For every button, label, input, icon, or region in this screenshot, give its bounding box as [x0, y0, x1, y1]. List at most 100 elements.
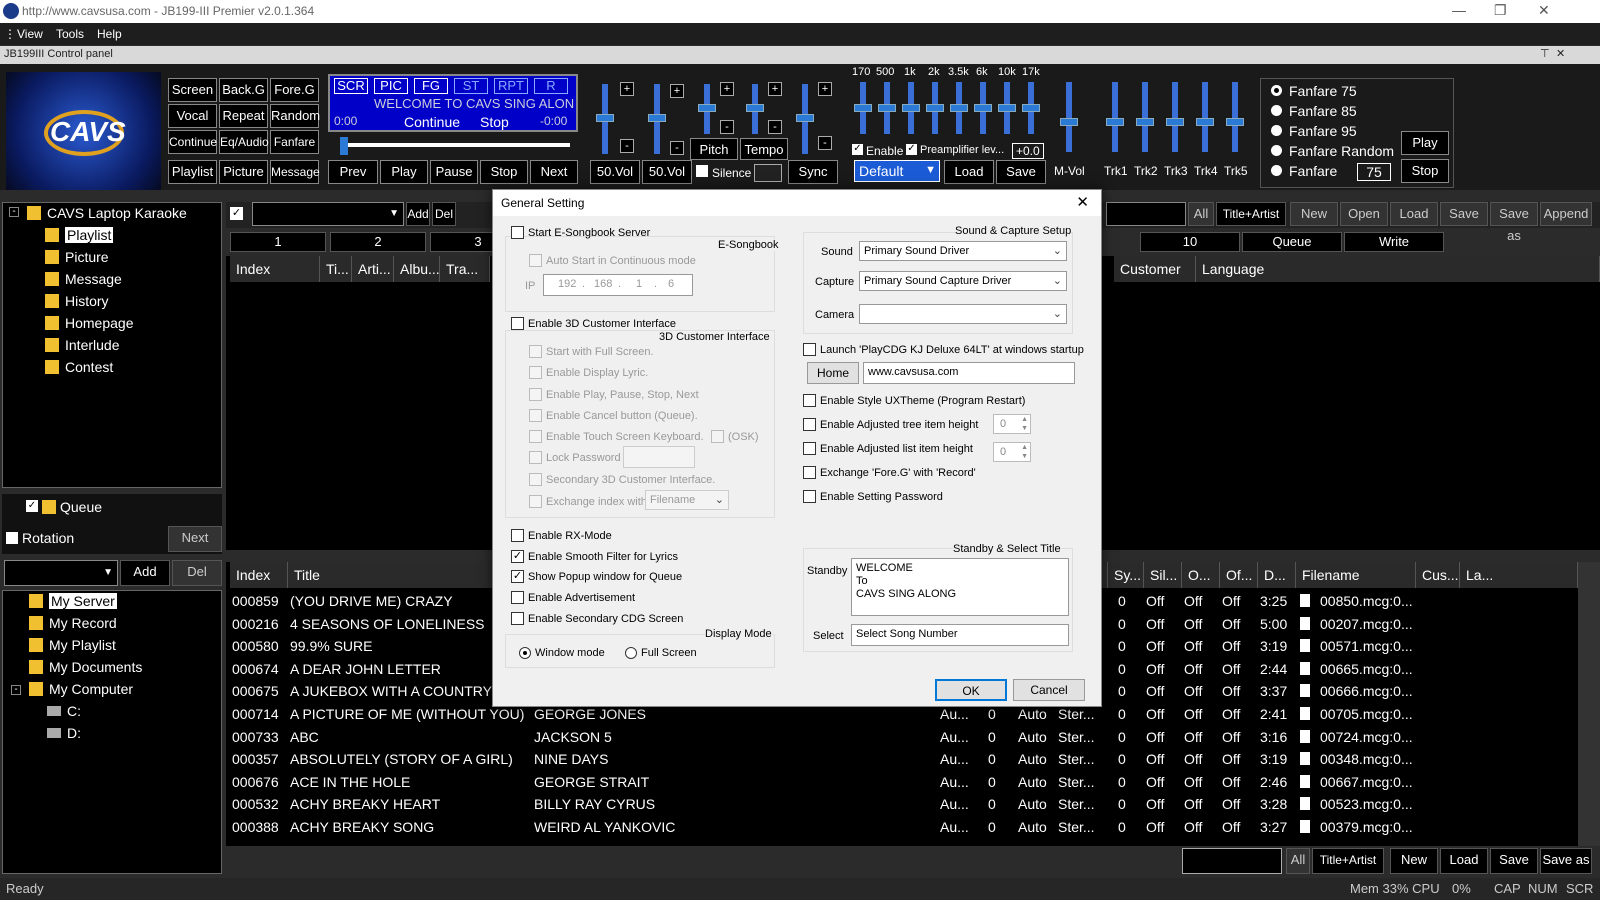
tree-item-interlude[interactable]: Interlude: [45, 337, 119, 353]
tempo-minus[interactable]: -: [768, 120, 782, 134]
tab-write[interactable]: Write: [1344, 232, 1444, 252]
continue-button[interactable]: Continue: [168, 130, 217, 154]
full-screen-radio[interactable]: Full Screen: [625, 647, 697, 659]
pitch-knob[interactable]: [698, 104, 716, 112]
popup-queue-checkbox[interactable]: ✓ Show Popup window for Queue: [511, 570, 682, 583]
left-search-input[interactable]: ▼: [4, 560, 118, 586]
tempo-label[interactable]: Tempo: [740, 138, 788, 160]
col-sync[interactable]: Sy...: [1108, 562, 1144, 588]
rx-mode-checkbox[interactable]: Enable RX-Mode: [511, 529, 612, 542]
list-height-spinner[interactable]: 0 ▲ ▼: [993, 442, 1031, 462]
tree-my-documents[interactable]: My Documents: [29, 659, 142, 675]
trk5-knob[interactable]: [1226, 118, 1244, 126]
tree-collapse-icon[interactable]: -: [11, 685, 21, 695]
tag-st[interactable]: ST: [454, 78, 488, 94]
col-o[interactable]: O...: [1182, 562, 1220, 588]
playlist-search-input[interactable]: ▼: [252, 202, 404, 226]
fanfare-75-radio[interactable]: [1271, 85, 1282, 96]
tag-scr[interactable]: SCR: [334, 78, 368, 94]
pin-icon[interactable]: ⊤: [1540, 47, 1550, 60]
tree-collapse-icon[interactable]: -: [9, 207, 19, 217]
silence-checkbox[interactable]: [696, 165, 708, 177]
screen-button[interactable]: Screen: [168, 78, 217, 102]
tree-item-message[interactable]: Message: [45, 271, 122, 287]
bottom-save-as-button[interactable]: Save as: [1540, 848, 1592, 874]
preamp-checkbox[interactable]: ✓: [906, 144, 917, 155]
eq-audio-button[interactable]: Eq/Audio: [219, 130, 269, 154]
fanfare-random-radio[interactable]: [1271, 145, 1282, 156]
launch-startup-checkbox[interactable]: Launch 'PlayCDG KJ Deluxe 64LT' at windo…: [803, 343, 1084, 356]
fanfare-85-radio[interactable]: [1271, 105, 1282, 116]
eq-knob-1[interactable]: [854, 104, 872, 112]
prev-button[interactable]: Prev: [328, 160, 378, 184]
col-of[interactable]: Of...: [1220, 562, 1258, 588]
vol1-plus[interactable]: +: [620, 82, 634, 96]
secondary-cdg-checkbox[interactable]: Enable Secondary CDG Screen: [511, 612, 683, 625]
tab-10[interactable]: 10: [1140, 232, 1240, 252]
osk-checkbox[interactable]: (OSK): [711, 430, 759, 443]
right-search-input[interactable]: [1106, 202, 1186, 226]
bottom-search-input[interactable]: [1182, 848, 1282, 874]
exchange-index-select[interactable]: Filename ⌄: [645, 490, 729, 510]
eq-knob-6[interactable]: [974, 104, 992, 112]
vol1-minus[interactable]: -: [620, 139, 634, 153]
tab-queue[interactable]: Queue: [1242, 232, 1342, 252]
col-filename[interactable]: Filename: [1296, 562, 1416, 588]
tempo-knob[interactable]: [746, 104, 764, 112]
table-row[interactable]: 000733 ABC JACKSON 5 Au... 0 Auto Ster... 0 Off O…: [226, 726, 1576, 748]
tab-2[interactable]: 2: [330, 232, 426, 252]
tag-rpt[interactable]: RPT: [494, 78, 528, 94]
eq-knob-4[interactable]: [926, 104, 944, 112]
foreground-button[interactable]: Fore.G: [270, 78, 319, 102]
continue-label[interactable]: Continue: [404, 114, 460, 130]
dialog-close-icon[interactable]: ✕: [1076, 193, 1089, 211]
vol2-minus[interactable]: -: [670, 141, 684, 155]
message-button[interactable]: Message: [270, 160, 320, 184]
seek-bar[interactable]: [340, 143, 570, 147]
fanfare-button[interactable]: Fanfare: [270, 130, 319, 154]
background-button[interactable]: Back.G: [219, 78, 268, 102]
stop-label[interactable]: Stop: [480, 114, 509, 130]
tree-item-history[interactable]: History: [45, 293, 109, 309]
ok-button[interactable]: OK: [935, 679, 1007, 701]
random-button[interactable]: Random: [270, 104, 320, 128]
load-button[interactable]: Load: [1390, 202, 1438, 226]
capture-driver-select[interactable]: Primary Sound Capture Driver ⌄: [859, 271, 1067, 291]
tree-drive-c[interactable]: C:: [47, 703, 81, 719]
eq-knob-2[interactable]: [878, 104, 896, 112]
tag-r[interactable]: R: [534, 78, 568, 94]
bottom-new-button[interactable]: New: [1390, 848, 1438, 874]
table-row[interactable]: 000357 ABSOLUTELY (STORY OF A GIRL) NINE D…: [226, 748, 1576, 770]
trk1-knob[interactable]: [1106, 118, 1124, 126]
lock-password-checkbox[interactable]: Lock Password: [529, 451, 621, 464]
left-del-button[interactable]: Del: [172, 560, 222, 586]
next-button[interactable]: Next: [530, 160, 578, 184]
col-album[interactable]: Albu...: [394, 256, 440, 282]
bottom-all-button[interactable]: All: [1286, 848, 1310, 874]
start-esongbook-checkbox[interactable]: Start E-Songbook Server: [511, 226, 650, 239]
eq-knob-7[interactable]: [998, 104, 1016, 112]
pitch-label[interactable]: Pitch: [690, 138, 738, 160]
playlist-del-button[interactable]: Del: [432, 202, 456, 226]
col-language[interactable]: La...: [1460, 562, 1578, 588]
exchange-foreg-checkbox[interactable]: Exchange 'Fore.G' with 'Record': [803, 466, 976, 479]
col-title[interactable]: Ti...: [320, 256, 352, 282]
tree-item-picture[interactable]: Picture: [45, 249, 109, 265]
table-row[interactable]: 000676 ACE IN THE HOLE GEORGE STRAIT Au... 0…: [226, 771, 1576, 793]
tree-item-homepage[interactable]: Homepage: [45, 315, 134, 331]
playlist-button[interactable]: Playlist: [168, 160, 217, 184]
minimize-icon[interactable]: —: [1452, 2, 1466, 18]
sync-minus[interactable]: -: [818, 136, 832, 150]
tree-my-playlist[interactable]: My Playlist: [29, 637, 116, 653]
trk4-slider[interactable]: [1202, 82, 1208, 152]
exchange-index-checkbox[interactable]: Exchange index with: [529, 495, 647, 508]
trk4-knob[interactable]: [1196, 118, 1214, 126]
fanfare-custom-radio[interactable]: [1271, 165, 1282, 176]
tree-my-computer[interactable]: My Computer: [29, 681, 133, 697]
queue-checkbox[interactable]: ✓: [26, 500, 38, 512]
playlist-add-button[interactable]: Add: [406, 202, 430, 226]
trk3-knob[interactable]: [1166, 118, 1184, 126]
ip-address-field[interactable]: 192 . 168 . 1 . 6: [543, 274, 693, 296]
new-button[interactable]: New: [1290, 202, 1338, 226]
open-button[interactable]: Open: [1340, 202, 1388, 226]
